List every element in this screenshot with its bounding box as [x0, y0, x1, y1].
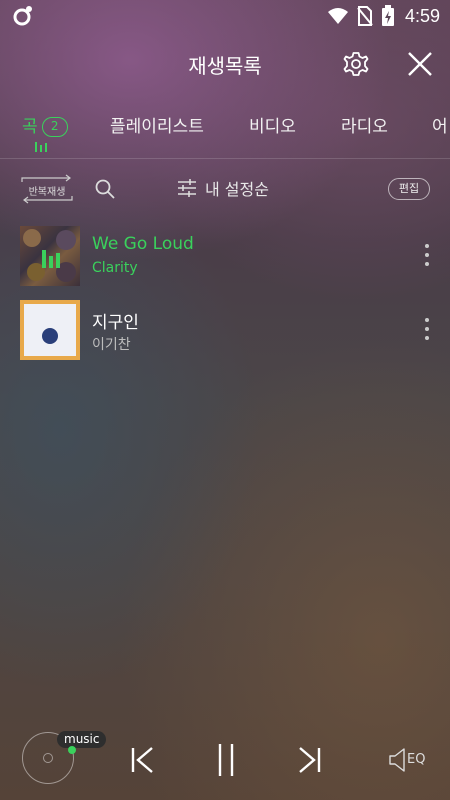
more-dot [425, 327, 429, 331]
status-time: 4:59 [404, 5, 440, 26]
next-button[interactable] [294, 740, 324, 780]
tab-divider [0, 158, 450, 159]
tab-more[interactable]: 어 [432, 112, 448, 137]
app-logo-icon [13, 6, 32, 26]
album-art [20, 226, 80, 286]
player-bar: music EQ [0, 720, 450, 800]
now-playing-bars-icon [35, 142, 47, 152]
tab-songs-label: 곡 [22, 117, 38, 137]
wifi-icon [327, 8, 348, 24]
music-badge: music [57, 731, 107, 748]
page-title: 재생목록 [188, 54, 262, 78]
sort-label: 내 설정순 [205, 180, 269, 199]
list-toolbar: 반복재생 내 설정순 편집 [0, 170, 450, 206]
more-options-button[interactable] [418, 242, 436, 268]
close-icon [408, 52, 432, 76]
search-icon [95, 179, 115, 199]
planet-graphic [42, 328, 58, 344]
search-button[interactable] [94, 178, 116, 200]
song-title: We Go Loud [92, 234, 194, 254]
close-button[interactable] [404, 48, 436, 80]
song-title: 지구인 [92, 313, 139, 333]
pause-icon [218, 744, 234, 776]
sort-button[interactable]: 내 설정순 [177, 176, 269, 200]
tab-video[interactable]: 비디오 [249, 112, 296, 137]
disc-center [43, 753, 53, 763]
no-sim-icon [357, 6, 373, 26]
list-item[interactable]: We Go Loud Clarity [0, 222, 450, 296]
playing-indicator-dot [68, 746, 76, 754]
tab-radio[interactable]: 라디오 [341, 112, 388, 137]
song-artist: 이기찬 [92, 337, 131, 353]
battery-charging-icon [381, 5, 394, 26]
sliders-icon [178, 179, 196, 197]
list-item[interactable]: 지구인 이기찬 [0, 296, 450, 370]
gear-icon [343, 52, 369, 76]
settings-button[interactable] [340, 48, 372, 80]
more-dot [425, 262, 429, 266]
more-dot [425, 336, 429, 340]
more-options-button[interactable] [418, 316, 436, 342]
edit-button[interactable]: 편집 [388, 178, 430, 200]
skip-next-icon [299, 747, 321, 773]
status-bar: 4:59 [0, 0, 450, 32]
more-dot [425, 253, 429, 257]
tab-bar: 곡2 플레이리스트 비디오 라디오 어 [0, 108, 450, 158]
tab-songs[interactable]: 곡2 [22, 112, 68, 137]
song-list: We Go Loud Clarity 지구인 이기찬 [0, 222, 450, 370]
more-dot [425, 244, 429, 248]
eq-label: EQ [407, 752, 426, 767]
repeat-label: 반복재생 [28, 187, 66, 198]
more-dot [425, 318, 429, 322]
song-artist: Clarity [92, 260, 138, 276]
previous-button[interactable] [128, 740, 158, 780]
repeat-button[interactable]: 반복재생 [20, 174, 74, 204]
album-cover-graphic [23, 229, 76, 282]
header: 재생목록 [0, 36, 450, 92]
speaker-icon [389, 748, 405, 772]
eq-button[interactable]: EQ [388, 746, 430, 774]
tab-playlists[interactable]: 플레이리스트 [110, 112, 204, 137]
album-art [20, 300, 80, 360]
album-cover-inner [24, 304, 76, 356]
song-count-badge: 2 [41, 117, 68, 137]
pause-button[interactable] [211, 740, 241, 780]
skip-previous-icon [131, 747, 153, 773]
